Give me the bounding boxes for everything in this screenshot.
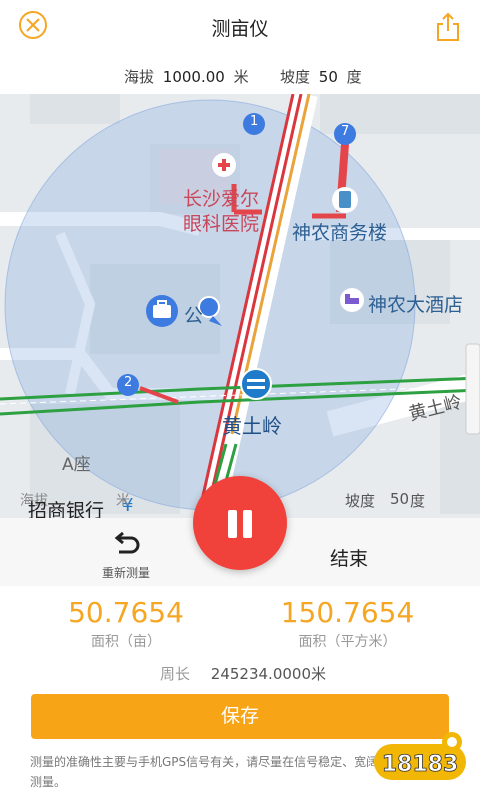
badge-7[interactable]: 7 [341,124,349,139]
altitude-value: 1000.00 [162,68,225,86]
hospital-label-line2[interactable]: 眼科医院 [183,209,259,236]
svg-text:18183: 18183 [382,752,459,777]
area-mu-label: 面积（亩） [91,634,161,650]
bank-label[interactable]: 招商银行 [28,496,104,518]
end-button[interactable]: 结束 [330,544,368,571]
area-m2-value: 150.7654 [280,596,415,629]
slope-readout: 坡度 50 度 [280,66,362,87]
area-mu-metric: 50.7654 面积（亩） [66,596,186,651]
area-m2-metric: 150.7654 面积（平方米） [280,596,415,651]
business-building-label[interactable]: 神农商务楼 [292,218,387,245]
header-bar: 测亩仪 [0,0,480,56]
station-label[interactable]: 黄土岭 [222,410,282,439]
badge-2[interactable]: 2 [124,375,132,390]
watermark-logo: 18183 [374,732,466,780]
hotel-label[interactable]: 神农大酒店 [368,290,463,317]
area-mu-value: 50.7654 [68,596,184,629]
perimeter-readout: 周长 245234.0000米 [160,663,326,684]
area-m2-label: 面积（平方米） [298,634,397,650]
page-title: 测亩仪 [211,18,269,40]
perimeter-value: 245234.0000米 [210,665,326,683]
hospital-label-line1[interactable]: 长沙爱尔 [183,184,259,211]
reset-measure-label: 重新测量 [101,566,150,580]
map-view[interactable]: ¥ 1 7 2 长沙爱尔 眼科医院 神农商务楼 神农大酒店 公 黄土岭 黄土岭 … [0,94,480,518]
undo-icon [114,532,140,554]
perimeter-label: 周长 [160,665,191,683]
measurement-info-bar: 海拔 1000.00 米 坡度 50 度 [0,56,480,94]
overlay-altitude-unit: 米 [116,493,130,509]
share-icon [437,12,459,41]
slope-unit: 度 [346,68,362,86]
reset-measure-button[interactable]: 重新测量 [96,526,156,582]
altitude-readout: 海拔 1000.00 米 [124,66,249,87]
overlay-slope-label: 坡度 [345,492,376,510]
slope-label: 坡度 [280,68,311,86]
building-a-label: A座 [62,455,91,475]
overlay-slope-value: 50 [390,490,410,508]
overlay-slope-unit: 度 [410,492,426,510]
slope-value: 50 [318,68,338,86]
poi-partial-label[interactable]: 公 [184,301,203,328]
pause-button[interactable] [193,476,287,570]
share-button[interactable] [434,12,462,42]
altitude-label: 海拔 [124,68,155,86]
badge-1[interactable]: 1 [250,114,258,129]
altitude-unit: 米 [233,68,249,86]
